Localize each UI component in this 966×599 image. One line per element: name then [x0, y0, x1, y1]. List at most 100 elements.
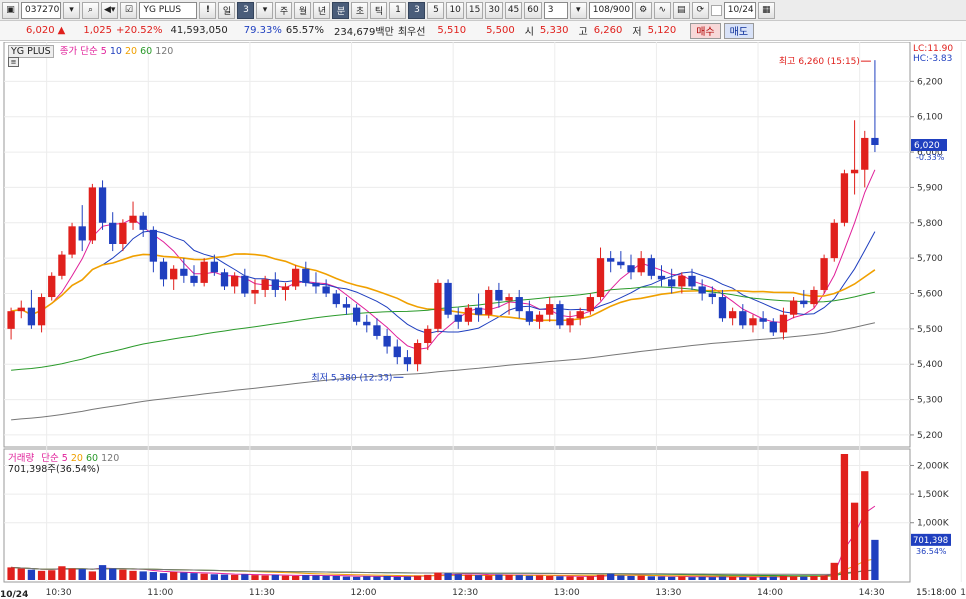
- date-field[interactable]: 10/24: [723, 1, 756, 19]
- interval-45-button[interactable]: 45: [504, 1, 523, 19]
- price-tick-label: 5,700: [917, 254, 943, 264]
- checkbox-toggle[interactable]: [710, 4, 722, 16]
- panel-menu-icon[interactable]: ≡: [8, 57, 19, 67]
- chart-settings-icon[interactable]: ⚙: [634, 1, 652, 19]
- volume-bar: [159, 573, 168, 580]
- price-legend: YG PLUS 종가 단순 5 10 20 60 120: [8, 43, 173, 58]
- chart-canvas[interactable]: 6,2006,1006,0005,9005,8005,7005,6005,500…: [0, 41, 966, 599]
- candle-body: [647, 258, 655, 276]
- interval-10-button[interactable]: 10: [446, 1, 464, 19]
- candle-body: [820, 258, 828, 290]
- stock-code-input[interactable]: 037270: [21, 1, 61, 19]
- volume-bar: [627, 575, 635, 580]
- volume-bar: [728, 576, 737, 580]
- period-number-label: 3: [243, 5, 249, 15]
- candle-body: [495, 289, 503, 301]
- candle-body: [180, 268, 188, 276]
- trade-strength: 65.57%: [285, 25, 325, 36]
- candle-body: [678, 275, 686, 287]
- speaker-icon[interactable]: ◀▾: [101, 1, 119, 19]
- volume-bar: [403, 576, 412, 580]
- stock-name-field[interactable]: YG PLUS: [139, 1, 198, 19]
- candle-body: [454, 314, 462, 322]
- volume-bar: [332, 575, 340, 580]
- calendar-icon[interactable]: ▦: [757, 1, 775, 19]
- chart-area[interactable]: 6,200 6,100 6,000 5,900 5,800 5,700 5,600 5,500…: [0, 41, 966, 599]
- price-change: 1,025: [83, 25, 112, 36]
- candle-body: [58, 254, 66, 276]
- period-minute-button[interactable]: 분: [332, 1, 350, 19]
- period-month-label: 월: [298, 6, 308, 17]
- favorite-icon[interactable]: ☑: [120, 1, 138, 19]
- code-dropdown-icon[interactable]: ▾: [63, 1, 80, 19]
- volume-bar: [464, 574, 473, 580]
- best-ask-price: 5,510: [437, 25, 467, 36]
- candle-body: [220, 272, 229, 287]
- interval-1-label: 1: [395, 5, 401, 15]
- volume-bar: [586, 576, 595, 580]
- period-dropdown-icon[interactable]: ▾: [256, 1, 274, 19]
- period-year-button[interactable]: 년: [313, 1, 331, 19]
- volume-bar: [637, 575, 645, 580]
- volume-bar: [241, 574, 249, 580]
- best-bid-price: 5,500: [486, 25, 515, 36]
- interval-dropdown-icon[interactable]: ▾: [569, 1, 587, 19]
- volume-bar: [454, 574, 462, 580]
- candle-body: [434, 282, 442, 329]
- interval-1-button[interactable]: 1: [389, 1, 407, 19]
- candle-body: [119, 222, 127, 244]
- period-month-button[interactable]: 월: [294, 1, 312, 19]
- candle-body: [657, 275, 666, 280]
- volume-bar: [525, 575, 534, 580]
- interval-5-label: 5: [433, 5, 439, 15]
- period-number-badge[interactable]: 3: [237, 1, 255, 19]
- turnover-pct: 79.33%: [243, 25, 282, 36]
- alert-icon[interactable]: !: [199, 1, 217, 19]
- volume-bar: [291, 575, 300, 580]
- candle-body: [7, 311, 15, 329]
- candle-body: [637, 258, 645, 273]
- high-price: 6,260: [593, 25, 623, 36]
- candle-body: [403, 357, 412, 365]
- price-y-axis: 6,2006,1006,0005,9005,8005,7005,6005,500…: [910, 77, 943, 441]
- buy-button[interactable]: 매수: [690, 22, 721, 39]
- candle-body: [291, 268, 300, 287]
- volume-bar: [698, 576, 706, 580]
- period-second-button[interactable]: 초: [351, 1, 369, 19]
- time-tick-label: 13:00: [554, 588, 580, 598]
- price-tick-label: 6,100: [917, 113, 943, 123]
- volume-bar: [352, 576, 361, 580]
- interval-15-button[interactable]: 15: [465, 1, 484, 19]
- data-count-field[interactable]: 108/900: [588, 1, 633, 19]
- candle-body: [617, 261, 625, 266]
- period-tick-button[interactable]: 틱: [370, 1, 388, 19]
- save-icon[interactable]: ▤: [672, 1, 690, 19]
- volume-bar: [88, 571, 97, 580]
- search-icon[interactable]: ⌕: [82, 1, 99, 19]
- interval-input[interactable]: 3: [543, 1, 568, 19]
- volume-bar: [861, 471, 869, 580]
- period-day-button[interactable]: 일: [218, 1, 236, 19]
- volume-bar: [37, 570, 46, 580]
- period-week-button[interactable]: 주: [275, 1, 293, 19]
- ma10-legend: 10: [109, 46, 122, 57]
- refresh-icon[interactable]: ⟳: [691, 1, 709, 19]
- window-icon[interactable]: ▣: [2, 1, 19, 19]
- sell-button[interactable]: 매도: [723, 22, 755, 39]
- interval-5-button[interactable]: 5: [427, 1, 445, 19]
- volume-bar: [718, 576, 727, 580]
- interval-60-button[interactable]: 60: [524, 1, 542, 19]
- interval-3-button[interactable]: 3: [408, 1, 426, 19]
- candle-body: [159, 261, 168, 280]
- indicator-icon[interactable]: ∿: [653, 1, 671, 19]
- candle-body: [505, 297, 513, 301]
- candle-body: [515, 297, 523, 312]
- interval-30-button[interactable]: 30: [485, 1, 503, 19]
- volume-value-text: 701,398주(36.54%): [8, 464, 100, 475]
- volume-bar: [596, 574, 605, 580]
- price-change-pct: +20.52%: [115, 25, 163, 36]
- candle-body: [871, 137, 879, 145]
- interval-value: 3: [547, 5, 554, 15]
- ma20-legend: 20: [124, 46, 138, 57]
- candle-body: [109, 222, 117, 244]
